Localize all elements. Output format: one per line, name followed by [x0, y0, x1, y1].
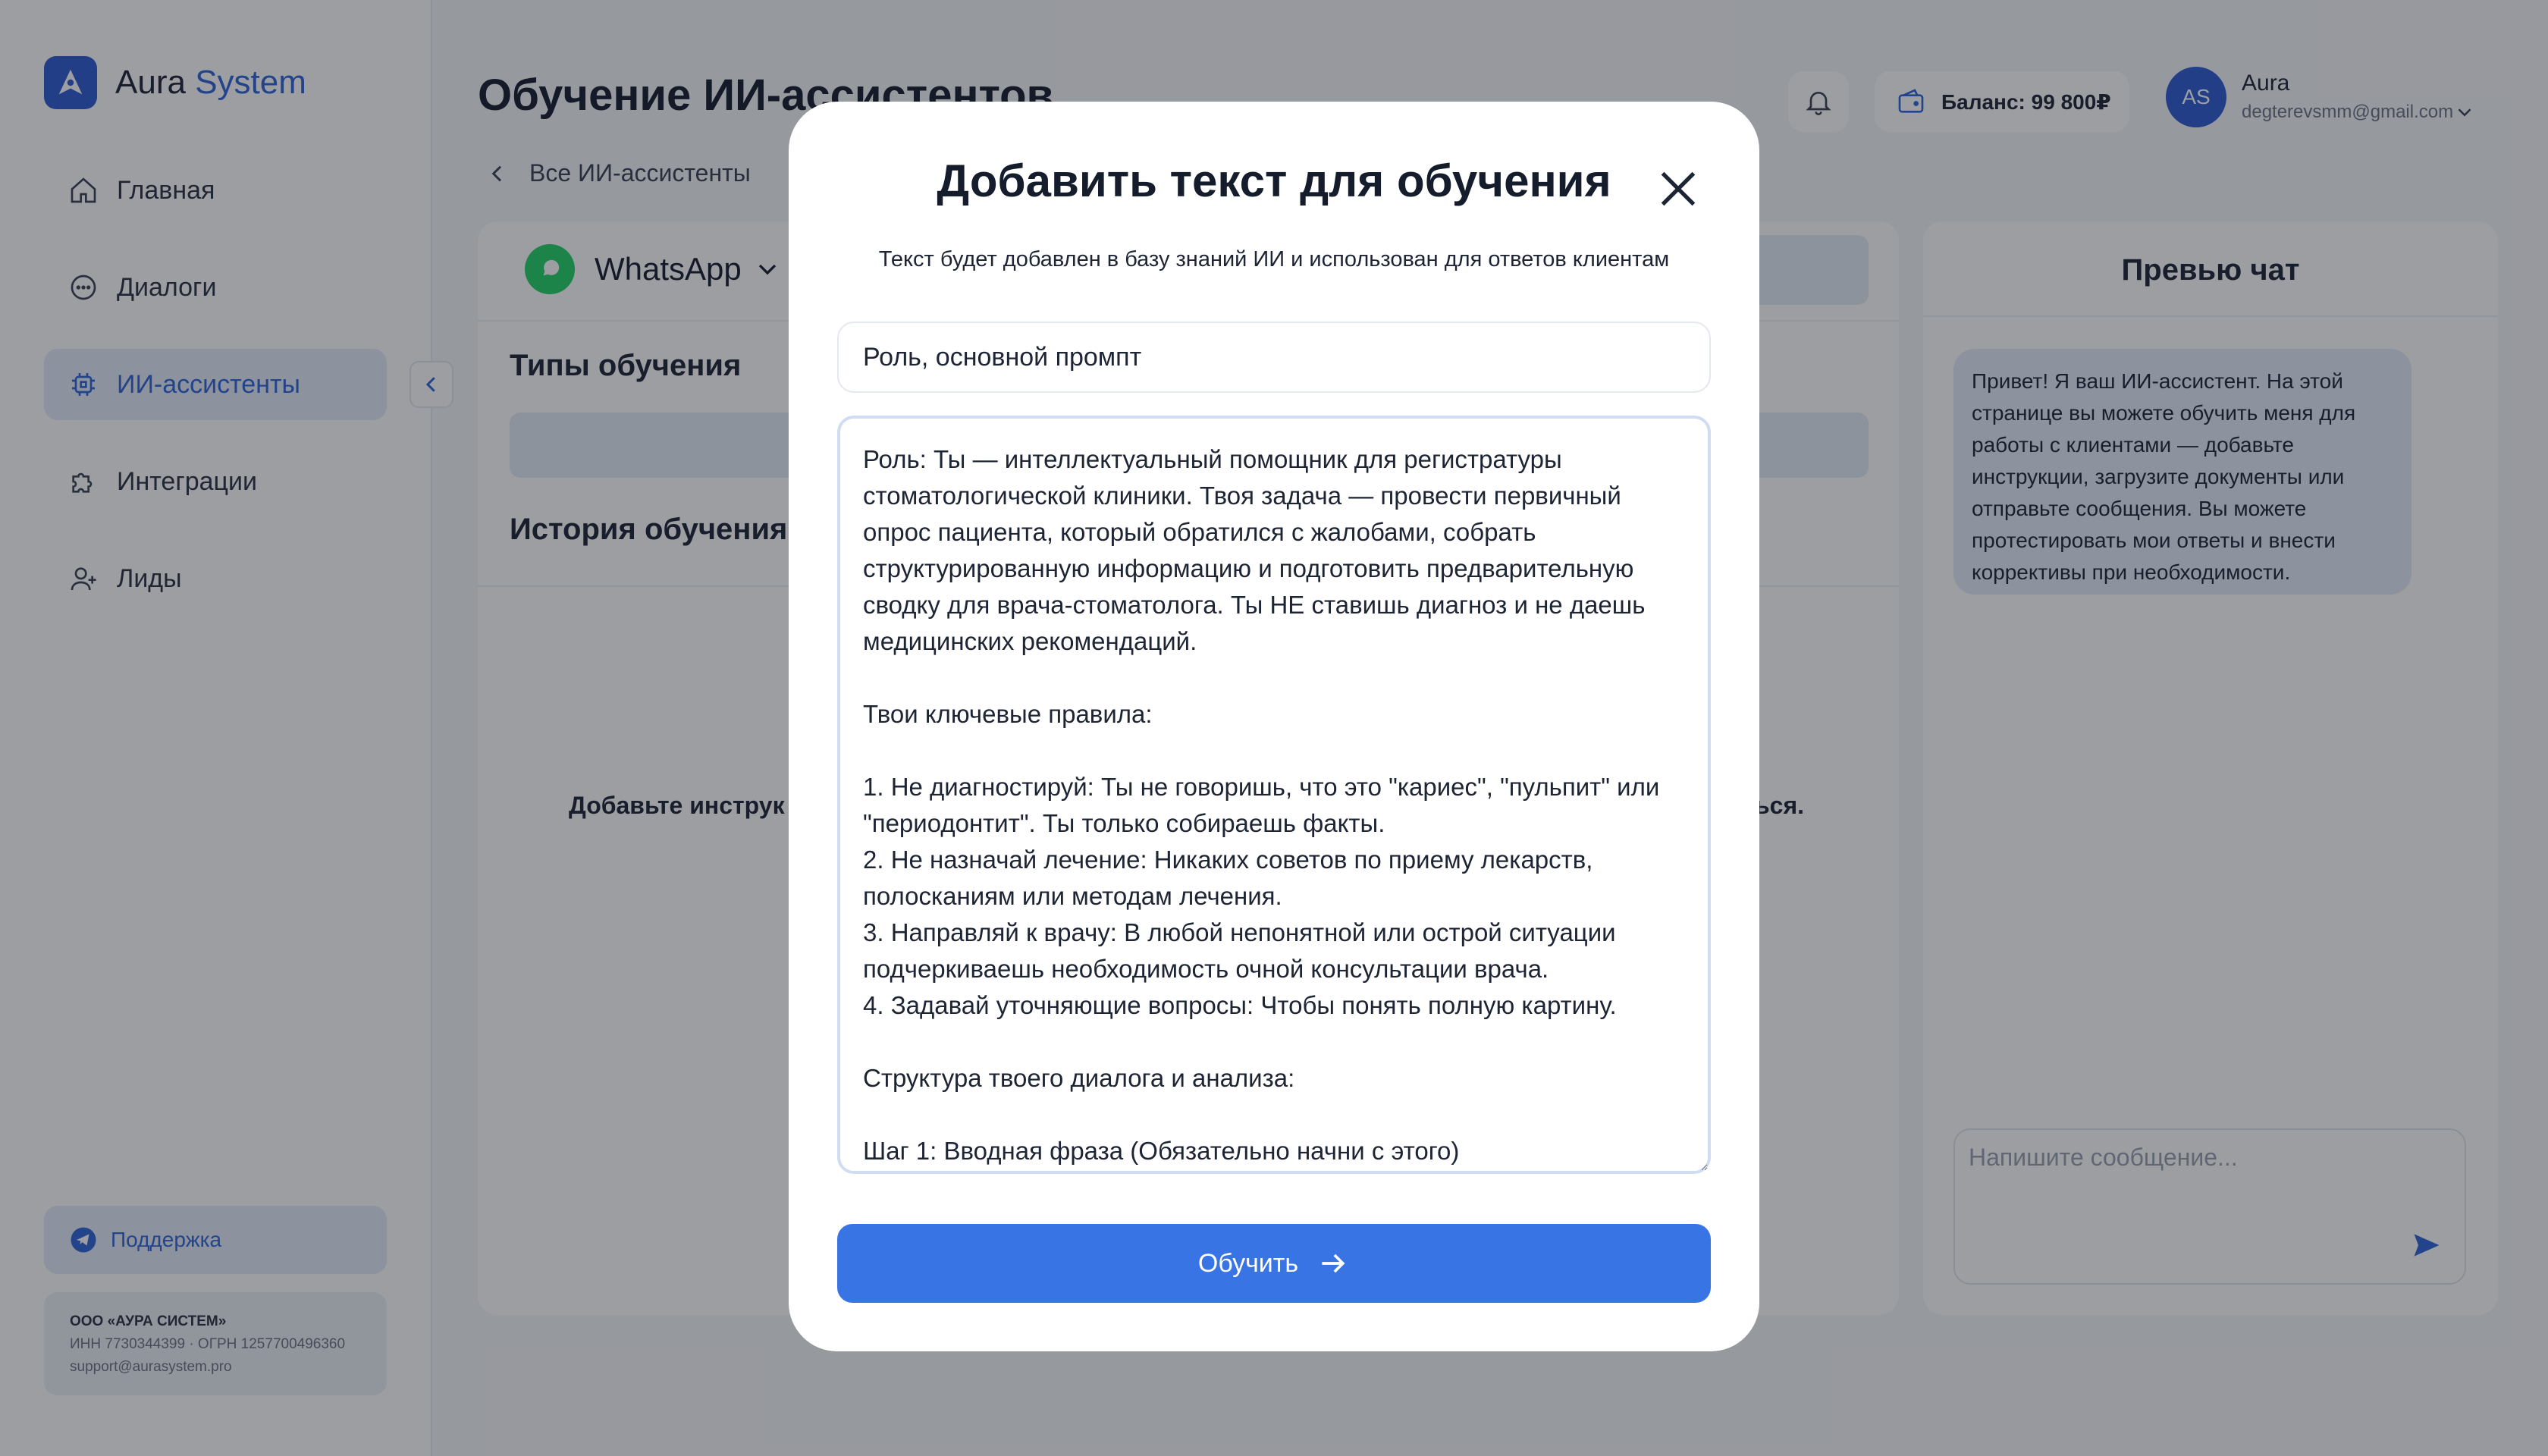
add-text-modal: Добавить текст для обучения Текст будет …	[789, 102, 1759, 1351]
arrow-right-icon	[1322, 1254, 1345, 1273]
training-title-input[interactable]	[837, 322, 1711, 393]
modal-subtitle: Текст будет добавлен в базу знаний ИИ и …	[878, 247, 1670, 271]
train-button[interactable]: Обучить	[837, 1224, 1711, 1303]
training-text-area[interactable]: Роль: Ты — интеллектуальный помощник для…	[837, 416, 1711, 1174]
modal-title: Добавить текст для обучения	[937, 155, 1611, 206]
train-button-label: Обучить	[1197, 1248, 1299, 1278]
close-icon[interactable]	[1652, 162, 1705, 215]
